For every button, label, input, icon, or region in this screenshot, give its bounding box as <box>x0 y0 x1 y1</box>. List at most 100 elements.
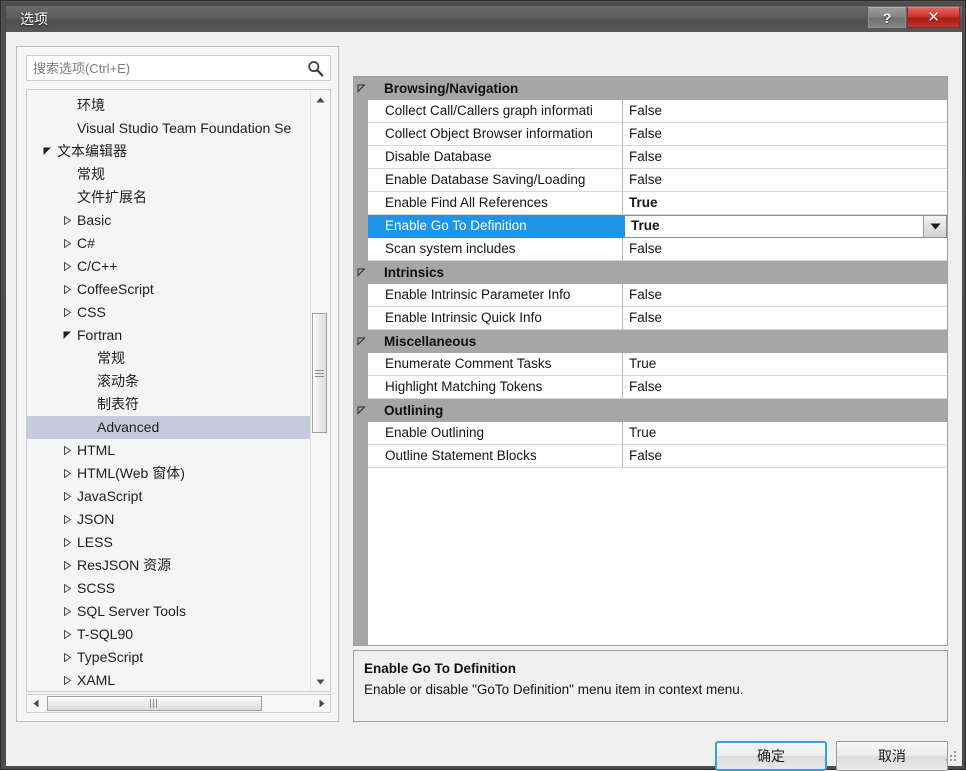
tree-collapsed-arrow-icon[interactable] <box>58 209 76 232</box>
property-name[interactable]: Enable Outlining <box>368 422 623 445</box>
ok-button[interactable]: 确定 <box>715 741 827 771</box>
tree-item-5[interactable]: Basic <box>27 209 311 232</box>
property-row[interactable]: Scan system includes False <box>354 238 947 261</box>
tree-item-3[interactable]: 常规 <box>27 163 311 186</box>
property-row[interactable]: Enumerate Comment Tasks True <box>354 353 947 376</box>
close-button[interactable]: ✕ <box>907 7 960 28</box>
property-value[interactable]: True <box>623 192 947 215</box>
tree-item-2[interactable]: 文本编辑器 <box>27 140 311 163</box>
property-category-header[interactable]: Browsing/Navigation <box>354 77 947 100</box>
help-button[interactable]: ? <box>868 7 906 28</box>
property-row[interactable]: Collect Call/Callers graph informati Fals… <box>354 100 947 123</box>
resize-grip-icon[interactable] <box>945 750 958 763</box>
cancel-button[interactable]: 取消 <box>836 741 948 771</box>
property-name[interactable]: Disable Database <box>368 146 623 169</box>
tree-item-15[interactable]: HTML <box>27 439 311 462</box>
tree-item-23[interactable]: T-SQL90 <box>27 623 311 646</box>
chevron-down-icon[interactable] <box>923 216 946 237</box>
tree-collapsed-arrow-icon[interactable] <box>58 485 76 508</box>
property-value[interactable]: False <box>623 123 947 146</box>
property-value[interactable]: True <box>623 422 947 445</box>
tree-item-25[interactable]: XAML <box>27 669 311 691</box>
scroll-left-arrow-icon[interactable] <box>27 695 44 712</box>
tree-horizontal-scrollbar[interactable] <box>26 694 331 713</box>
category-expander-icon[interactable] <box>354 268 368 277</box>
property-row[interactable]: Collect Object Browser information False <box>354 123 947 146</box>
tree-item-11[interactable]: 常规 <box>27 347 311 370</box>
property-name[interactable]: Enable Find All References <box>368 192 623 215</box>
tree-collapsed-arrow-icon[interactable] <box>58 577 76 600</box>
tree-item-9[interactable]: CSS <box>27 301 311 324</box>
property-value[interactable]: True <box>623 353 947 376</box>
property-row[interactable]: Enable Go To Definition True <box>354 215 947 238</box>
property-row[interactable]: Enable Outlining True <box>354 422 947 445</box>
search-box[interactable] <box>26 55 331 81</box>
tree-collapsed-arrow-icon[interactable] <box>58 508 76 531</box>
title-bar[interactable]: 选项 ? ✕ <box>6 6 962 32</box>
property-name[interactable]: Enumerate Comment Tasks <box>368 353 623 376</box>
tree-item-24[interactable]: TypeScript <box>27 646 311 669</box>
tree-collapsed-arrow-icon[interactable] <box>58 462 76 485</box>
tree-item-17[interactable]: JavaScript <box>27 485 311 508</box>
property-value[interactable]: False <box>623 100 947 123</box>
property-name[interactable]: Collect Call/Callers graph informati <box>368 100 623 123</box>
property-row[interactable]: Enable Find All References True <box>354 192 947 215</box>
property-value[interactable]: False <box>623 284 947 307</box>
property-value[interactable]: False <box>623 445 947 468</box>
tree-item-14[interactable]: Advanced <box>27 416 311 439</box>
tree-collapsed-arrow-icon[interactable] <box>58 646 76 669</box>
property-category-header[interactable]: Miscellaneous <box>354 330 947 353</box>
tree-hscrollbar-thumb[interactable] <box>47 696 262 711</box>
property-name[interactable]: Collect Object Browser information <box>368 123 623 146</box>
tree-item-19[interactable]: LESS <box>27 531 311 554</box>
property-value[interactable]: True <box>623 215 947 238</box>
property-row[interactable]: Disable Database False <box>354 146 947 169</box>
tree-item-21[interactable]: SCSS <box>27 577 311 600</box>
property-name[interactable]: Enable Intrinsic Parameter Info <box>368 284 623 307</box>
category-expander-icon[interactable] <box>354 84 368 93</box>
options-tree[interactable]: 环境 Visual Studio Team Foundation Se 文本编辑器常… <box>26 89 331 692</box>
tree-expanded-arrow-icon[interactable] <box>38 140 56 163</box>
property-value[interactable]: False <box>623 146 947 169</box>
tree-item-1[interactable]: Visual Studio Team Foundation Se <box>27 117 311 140</box>
scroll-up-arrow-icon[interactable] <box>311 91 329 108</box>
tree-collapsed-arrow-icon[interactable] <box>58 301 76 324</box>
tree-collapsed-arrow-icon[interactable] <box>58 278 76 301</box>
property-category-header[interactable]: Outlining <box>354 399 947 422</box>
tree-item-7[interactable]: C/C++ <box>27 255 311 278</box>
tree-item-6[interactable]: C# <box>27 232 311 255</box>
property-row[interactable]: Enable Intrinsic Quick Info False <box>354 307 947 330</box>
tree-item-12[interactable]: 滚动条 <box>27 370 311 393</box>
tree-item-13[interactable]: 制表符 <box>27 393 311 416</box>
tree-item-18[interactable]: JSON <box>27 508 311 531</box>
property-value[interactable]: False <box>623 169 947 192</box>
tree-collapsed-arrow-icon[interactable] <box>58 600 76 623</box>
tree-item-22[interactable]: SQL Server Tools <box>27 600 311 623</box>
property-value[interactable]: False <box>623 376 947 399</box>
property-value[interactable]: False <box>623 307 947 330</box>
property-name[interactable]: Highlight Matching Tokens <box>368 376 623 399</box>
property-name[interactable]: Enable Intrinsic Quick Info <box>368 307 623 330</box>
tree-item-8[interactable]: CoffeeScript <box>27 278 311 301</box>
property-name[interactable]: Enable Go To Definition <box>368 215 623 238</box>
tree-collapsed-arrow-icon[interactable] <box>58 623 76 646</box>
category-expander-icon[interactable] <box>354 406 368 415</box>
property-row[interactable]: Outline Statement Blocks False <box>354 445 947 468</box>
property-name[interactable]: Enable Database Saving/Loading <box>368 169 623 192</box>
tree-collapsed-arrow-icon[interactable] <box>58 669 76 691</box>
scroll-right-arrow-icon[interactable] <box>313 695 330 712</box>
tree-collapsed-arrow-icon[interactable] <box>58 531 76 554</box>
property-grid[interactable]: Browsing/Navigation Collect Call/Callers … <box>353 76 948 646</box>
tree-vertical-scrollbar[interactable] <box>310 91 329 690</box>
tree-item-4[interactable]: 文件扩展名 <box>27 186 311 209</box>
tree-collapsed-arrow-icon[interactable] <box>58 439 76 462</box>
property-row[interactable]: Enable Intrinsic Parameter Info False <box>354 284 947 307</box>
property-name[interactable]: Scan system includes <box>368 238 623 261</box>
property-name[interactable]: Outline Statement Blocks <box>368 445 623 468</box>
category-expander-icon[interactable] <box>354 337 368 346</box>
tree-collapsed-arrow-icon[interactable] <box>58 554 76 577</box>
tree-collapsed-arrow-icon[interactable] <box>58 255 76 278</box>
property-row[interactable]: Highlight Matching Tokens False <box>354 376 947 399</box>
property-value[interactable]: False <box>623 238 947 261</box>
tree-scrollbar-thumb[interactable] <box>312 313 327 433</box>
